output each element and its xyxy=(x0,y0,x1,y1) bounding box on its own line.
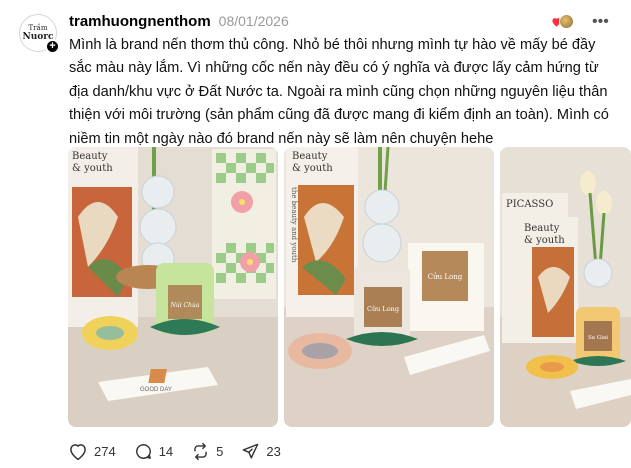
svg-text:Beauty: Beauty xyxy=(524,223,560,234)
post-image-carousel[interactable]: Beauty & youth Núi Chúa GOOD DAY Beauty … xyxy=(68,147,631,427)
candle-label-1: Núi Chúa xyxy=(170,302,200,309)
share-count: 23 xyxy=(266,443,281,459)
post-timestamp[interactable]: 08/01/2026 xyxy=(219,13,289,29)
paper-plane-icon xyxy=(243,443,259,459)
avatar-logo-text-top: Trầm xyxy=(28,24,48,32)
heart-outline-icon xyxy=(70,443,86,460)
author-avatar[interactable]: Trầm Nuorc + xyxy=(19,14,60,54)
follow-plus-icon[interactable]: + xyxy=(45,39,60,54)
svg-text:& youth: & youth xyxy=(292,163,333,174)
matchbox-text: GOOD DAY xyxy=(140,387,172,393)
reply-button[interactable]: 14 xyxy=(134,442,173,461)
post-image-3[interactable]: PICASSO Beauty & youth Sa Giai xyxy=(500,147,631,427)
post-header: tramhuongnenthom 08/01/2026 xyxy=(69,13,289,31)
candle-label-3: Sa Giai xyxy=(588,335,608,341)
svg-text:& youth: & youth xyxy=(524,235,565,246)
ellipsis-icon[interactable]: ••• xyxy=(592,13,609,31)
comment-bubble-icon xyxy=(135,443,151,459)
repost-count: 5 xyxy=(216,443,224,459)
reply-count: 14 xyxy=(158,443,174,459)
post-image-1[interactable]: Beauty & youth Núi Chúa GOOD DAY xyxy=(68,147,278,427)
svg-text:& youth: & youth xyxy=(72,163,113,174)
box-label-2: Cửu Long xyxy=(428,272,463,281)
post-body-text: Mình là brand nến thơm thủ công. Nhỏ bé … xyxy=(69,37,609,147)
like-count: 274 xyxy=(94,443,116,459)
book-spine-text: the beauty and youth xyxy=(290,187,298,263)
post-image-2[interactable]: Beauty & youth the beauty and youth Cửu … xyxy=(284,147,494,427)
repost-button[interactable]: 5 xyxy=(191,442,223,461)
svg-text:Beauty: Beauty xyxy=(72,151,108,162)
share-button[interactable]: 23 xyxy=(241,442,281,461)
reaction-indicator[interactable] xyxy=(551,14,575,30)
book-top-text: PICASSO xyxy=(506,199,553,210)
post-action-bar: 274 14 5 23 xyxy=(68,440,299,462)
reactor-avatar xyxy=(559,14,574,29)
like-button[interactable]: 274 xyxy=(68,442,116,461)
svg-text:Beauty: Beauty xyxy=(292,151,328,162)
repost-arrows-icon xyxy=(194,442,207,460)
candle-label-2: Cửu Long xyxy=(367,304,399,313)
author-username[interactable]: tramhuongnenthom xyxy=(69,13,211,30)
